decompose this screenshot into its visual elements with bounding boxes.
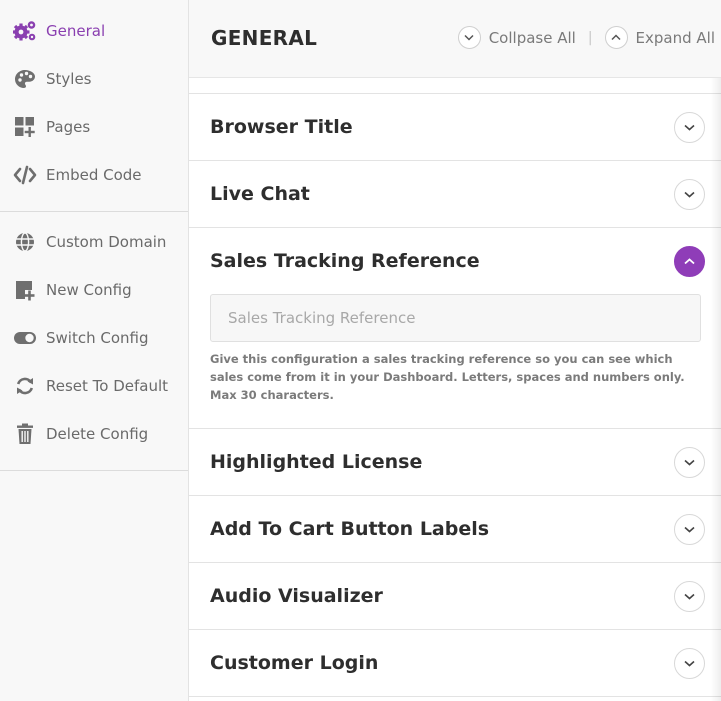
accordion: Browser Title Live Chat Sales Tracking R… xyxy=(189,93,721,697)
gears-icon xyxy=(13,19,37,43)
section-header[interactable]: Customer Login xyxy=(189,630,721,696)
sidebar-config-nav: Custom Domain New Config Switch Config R… xyxy=(0,212,188,470)
chevron-down-icon xyxy=(457,26,481,49)
chevron-down-icon[interactable] xyxy=(674,647,705,679)
sidebar-item-label: Delete Config xyxy=(46,425,149,443)
section-highlighted-license: Highlighted License xyxy=(189,428,721,495)
main-panel: GENERAL Collpase All | Expand All Browse… xyxy=(189,0,721,701)
section-header[interactable]: Sales Tracking Reference xyxy=(189,228,721,294)
sales-tracking-reference-input[interactable] xyxy=(210,294,701,342)
chevron-down-icon[interactable] xyxy=(674,111,705,143)
sidebar-item-embed-code[interactable]: Embed Code xyxy=(0,151,188,199)
section-header[interactable]: Audio Visualizer xyxy=(189,563,721,629)
help-text: Give this configuration a sales tracking… xyxy=(210,352,685,402)
sidebar-item-label: Pages xyxy=(46,118,91,136)
sidebar-item-delete-config[interactable]: Delete Config xyxy=(0,410,188,458)
sidebar-item-label: Reset To Default xyxy=(46,377,169,395)
sidebar-item-custom-domain[interactable]: Custom Domain xyxy=(0,218,188,266)
sidebar-item-general[interactable]: General xyxy=(0,7,188,55)
section-title: Highlighted License xyxy=(210,451,423,473)
page-title: GENERAL xyxy=(211,26,318,50)
palette-icon xyxy=(13,67,37,91)
section-title: Live Chat xyxy=(210,183,310,205)
sidebar-item-styles[interactable]: Styles xyxy=(0,55,188,103)
page-header: GENERAL Collpase All | Expand All xyxy=(189,0,721,78)
section-title: Customer Login xyxy=(210,652,379,674)
section-body: Give this configuration a sales tracking… xyxy=(189,294,721,428)
expand-all-button[interactable]: Expand All xyxy=(604,26,715,49)
header-actions: Collpase All | Expand All xyxy=(457,26,715,49)
new-config-icon xyxy=(13,278,37,302)
section-live-chat: Live Chat xyxy=(189,160,721,227)
collapse-all-button[interactable]: Collpase All xyxy=(457,26,576,49)
header-separator: | xyxy=(587,29,593,46)
sidebar-divider xyxy=(0,470,188,471)
globe-icon xyxy=(13,230,37,254)
code-icon xyxy=(13,163,37,187)
sidebar-item-label: Styles xyxy=(46,70,92,88)
chevron-down-icon[interactable] xyxy=(674,446,705,478)
section-browser-title: Browser Title xyxy=(189,93,721,160)
chevron-up-icon xyxy=(604,26,628,49)
chevron-down-icon[interactable] xyxy=(674,513,705,545)
sidebar-item-switch-config[interactable]: Switch Config xyxy=(0,314,188,362)
expand-all-label: Expand All xyxy=(635,28,715,47)
pages-grid-icon xyxy=(13,115,37,139)
trash-icon xyxy=(13,422,37,446)
section-title: Add To Cart Button Labels xyxy=(210,518,490,540)
sidebar-item-label: Custom Domain xyxy=(46,233,167,251)
chevron-down-icon[interactable] xyxy=(674,580,705,612)
section-header[interactable]: Highlighted License xyxy=(189,429,721,495)
sidebar-item-label: Embed Code xyxy=(46,166,142,184)
sidebar-item-reset-to-default[interactable]: Reset To Default xyxy=(0,362,188,410)
refresh-icon xyxy=(13,374,37,398)
sidebar-item-new-config[interactable]: New Config xyxy=(0,266,188,314)
section-customer-login: Customer Login xyxy=(189,629,721,697)
chevron-up-icon[interactable] xyxy=(674,245,705,277)
collapse-all-label: Collpase All xyxy=(488,28,576,47)
section-title: Audio Visualizer xyxy=(210,585,383,607)
toggle-icon xyxy=(13,326,37,350)
section-sales-tracking-reference: Sales Tracking Reference Give this confi… xyxy=(189,227,721,428)
section-add-to-cart-button-labels: Add To Cart Button Labels xyxy=(189,495,721,562)
section-header[interactable]: Add To Cart Button Labels xyxy=(189,496,721,562)
section-title: Sales Tracking Reference xyxy=(210,250,480,272)
sidebar-main-nav: General Styles Pages Embed Code xyxy=(0,0,188,211)
sidebar-item-label: General xyxy=(46,22,106,40)
section-title: Browser Title xyxy=(210,116,353,138)
sidebar: General Styles Pages Embed Code Custom D… xyxy=(0,0,189,701)
section-header[interactable]: Live Chat xyxy=(189,161,721,227)
chevron-down-icon[interactable] xyxy=(674,178,705,210)
sidebar-item-label: New Config xyxy=(46,281,132,299)
section-header[interactable]: Browser Title xyxy=(189,94,721,160)
sidebar-item-pages[interactable]: Pages xyxy=(0,103,188,151)
sidebar-item-label: Switch Config xyxy=(46,329,149,347)
section-audio-visualizer: Audio Visualizer xyxy=(189,562,721,629)
